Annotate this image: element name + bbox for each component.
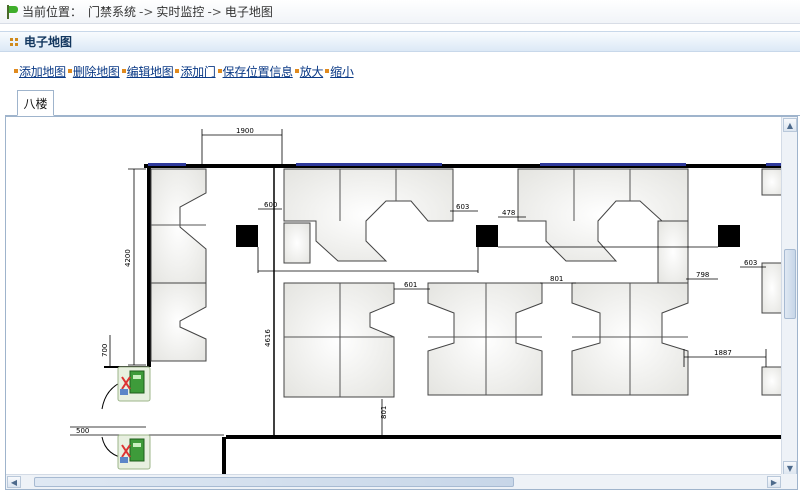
breadcrumb-separator: -> bbox=[207, 4, 222, 19]
dim-label: 4200 bbox=[124, 249, 132, 267]
bullet-icon bbox=[325, 69, 330, 73]
save-position-link[interactable]: 保存位置信息 bbox=[223, 63, 294, 80]
dim-label: 603 bbox=[744, 259, 757, 267]
dim-label: 4616 bbox=[264, 329, 272, 347]
toolbar-item-save-position[interactable]: 保存位置信息 bbox=[216, 63, 293, 80]
breadcrumb-item-monitor[interactable]: 实时监控 bbox=[156, 3, 204, 20]
breadcrumb-separator: -> bbox=[139, 4, 154, 19]
zoom-out-link[interactable]: 缩小 bbox=[330, 63, 354, 80]
vertical-scroll-thumb[interactable] bbox=[784, 249, 796, 319]
bullet-icon bbox=[67, 69, 72, 73]
add-map-link[interactable]: 添加地图 bbox=[19, 63, 66, 80]
bullet-icon bbox=[121, 69, 126, 73]
flag-icon bbox=[6, 4, 20, 19]
bullet-icon bbox=[294, 69, 299, 73]
edit-map-link[interactable]: 编辑地图 bbox=[127, 63, 174, 80]
dim-label: 478 bbox=[502, 209, 515, 217]
map-viewport: 1900 4200 700 600 603 478 4616 601 801 7… bbox=[5, 116, 798, 490]
toolbar-item-zoom-out[interactable]: 缩小 bbox=[323, 63, 354, 80]
map-tabs: 八楼 bbox=[5, 90, 800, 116]
bullet-icon bbox=[217, 69, 222, 73]
dim-label: 1900 bbox=[236, 127, 254, 135]
dim-label: 801 bbox=[380, 406, 388, 419]
vertical-scrollbar[interactable]: ▲ ▼ bbox=[781, 117, 797, 476]
toolbar-item-add-door[interactable]: 添加门 bbox=[173, 63, 216, 80]
scroll-right-button[interactable]: ▶ bbox=[767, 476, 781, 488]
scroll-up-button[interactable]: ▲ bbox=[783, 118, 797, 132]
door-reader-icon[interactable] bbox=[117, 434, 151, 470]
tab-floor-8[interactable]: 八楼 bbox=[17, 90, 54, 116]
toolbar-item-zoom-in[interactable]: 放大 bbox=[293, 63, 323, 80]
floor-plan: 1900 4200 700 600 603 478 4616 601 801 7… bbox=[70, 127, 782, 476]
scrollbar-corner bbox=[781, 474, 797, 489]
zoom-in-link[interactable]: 放大 bbox=[300, 63, 324, 80]
toolbar-item-add-map[interactable]: 添加地图 bbox=[12, 63, 66, 80]
floor-plan-canvas[interactable]: 1900 4200 700 600 603 478 4616 601 801 7… bbox=[6, 117, 782, 476]
breadcrumb-item-map: 电子地图 bbox=[224, 5, 273, 19]
toolbar-item-edit-map[interactable]: 编辑地图 bbox=[120, 63, 174, 80]
add-door-link[interactable]: 添加门 bbox=[180, 63, 215, 80]
bullet-icon bbox=[14, 69, 18, 73]
grip-icon bbox=[10, 37, 18, 46]
panel-header: 电子地图 bbox=[0, 31, 800, 52]
scroll-down-button[interactable]: ▼ bbox=[783, 461, 797, 475]
delete-map-link[interactable]: 删除地图 bbox=[73, 63, 120, 80]
dim-label: 798 bbox=[696, 271, 709, 279]
breadcrumb-item-system[interactable]: 门禁系统 bbox=[88, 3, 136, 20]
horizontal-scrollbar[interactable]: ◀ ▶ bbox=[6, 474, 782, 489]
toolbar-item-delete-map[interactable]: 删除地图 bbox=[66, 63, 120, 80]
door-reader-icon[interactable] bbox=[117, 366, 151, 402]
dim-label: 603 bbox=[456, 203, 469, 211]
breadcrumb-prefix: 当前位置： bbox=[22, 5, 83, 19]
dim-label: 1887 bbox=[714, 349, 732, 357]
bullet-icon bbox=[175, 69, 180, 73]
horizontal-scroll-thumb[interactable] bbox=[34, 477, 514, 487]
dim-label: 601 bbox=[404, 281, 417, 289]
scroll-left-button[interactable]: ◀ bbox=[7, 476, 21, 488]
dim-label: 700 bbox=[101, 344, 109, 357]
map-toolbar: 添加地图 删除地图 编辑地图 添加门 保存位置信息 放大 缩小 bbox=[12, 62, 354, 80]
breadcrumb: 当前位置： 门禁系统 -> 实时监控 -> 电子地图 bbox=[0, 0, 800, 24]
dim-label: 500 bbox=[76, 427, 89, 435]
panel-title: 电子地图 bbox=[24, 35, 73, 49]
dim-label: 600 bbox=[264, 201, 277, 209]
dim-label: 801 bbox=[550, 275, 563, 283]
